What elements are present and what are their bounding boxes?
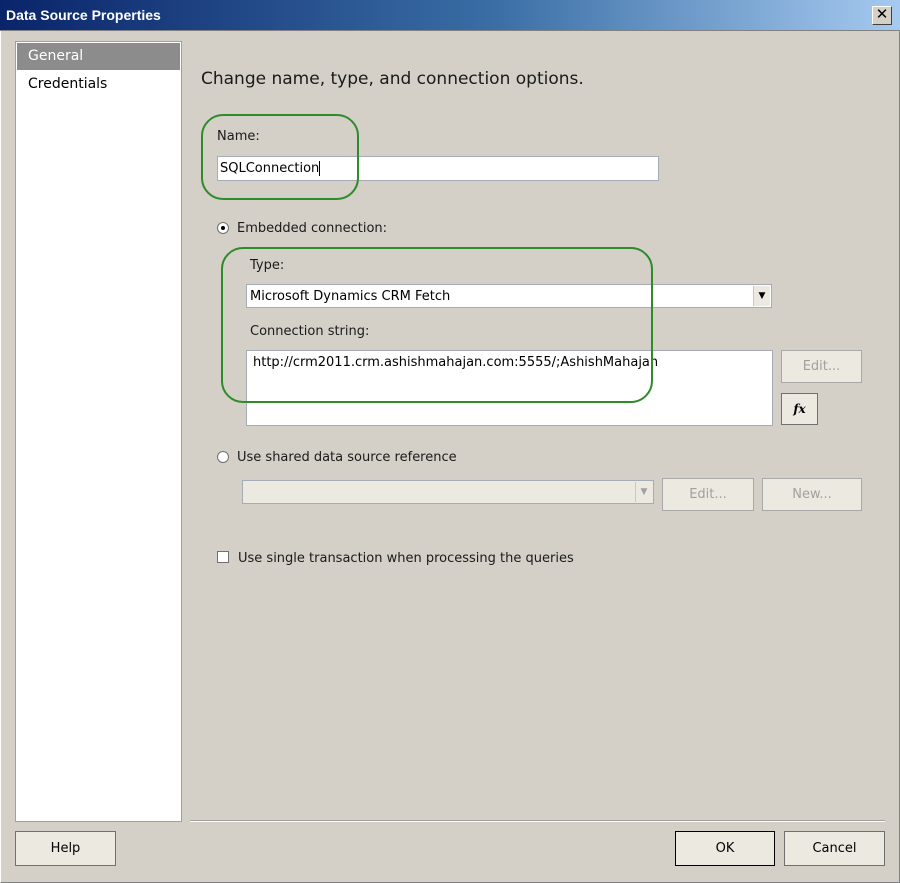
nav-panel: General Credentials bbox=[15, 41, 182, 822]
text-caret bbox=[319, 161, 321, 176]
window-title: Data Source Properties bbox=[6, 7, 161, 23]
expression-fx-button[interactable]: fx bbox=[781, 393, 818, 425]
name-input[interactable]: SQLConnection bbox=[217, 156, 659, 181]
single-transaction-label: Use single transaction when processing t… bbox=[238, 551, 574, 566]
ok-button[interactable]: OK bbox=[675, 831, 775, 866]
footer-divider bbox=[190, 820, 885, 822]
page-heading: Change name, type, and connection option… bbox=[201, 69, 584, 89]
shared-data-source-radio[interactable] bbox=[217, 451, 229, 463]
name-value: SQLConnection bbox=[220, 161, 320, 176]
connection-edit-button[interactable]: Edit... bbox=[781, 350, 862, 383]
connection-string-label: Connection string: bbox=[250, 324, 370, 339]
embedded-connection-radio[interactable] bbox=[217, 222, 229, 234]
chevron-down-icon[interactable]: ▼ bbox=[753, 286, 770, 306]
cancel-button[interactable]: Cancel bbox=[784, 831, 885, 866]
type-dropdown[interactable]: Microsoft Dynamics CRM Fetch ▼ bbox=[246, 284, 772, 308]
shared-data-source-dropdown[interactable]: ▼ bbox=[242, 480, 654, 504]
type-label: Type: bbox=[250, 258, 285, 273]
shared-new-button[interactable]: New... bbox=[762, 478, 862, 511]
single-transaction-checkbox[interactable] bbox=[217, 551, 229, 563]
shared-edit-button[interactable]: Edit... bbox=[662, 478, 754, 511]
embedded-connection-label: Embedded connection: bbox=[237, 221, 388, 236]
name-label: Name: bbox=[217, 129, 260, 144]
radio-selected-dot bbox=[221, 226, 225, 230]
help-button[interactable]: Help bbox=[15, 831, 116, 866]
type-dropdown-value: Microsoft Dynamics CRM Fetch bbox=[250, 289, 451, 304]
close-button[interactable]: ✕ bbox=[872, 6, 892, 25]
chevron-down-icon[interactable]: ▼ bbox=[635, 482, 652, 502]
nav-item-credentials[interactable]: Credentials bbox=[17, 71, 180, 98]
nav-item-general[interactable]: General bbox=[17, 43, 180, 70]
title-bar: Data Source Properties ✕ bbox=[0, 0, 900, 31]
shared-data-source-label: Use shared data source reference bbox=[237, 450, 457, 465]
connection-string-input[interactable]: http://crm2011.crm.ashishmahajan.com:555… bbox=[246, 350, 773, 426]
